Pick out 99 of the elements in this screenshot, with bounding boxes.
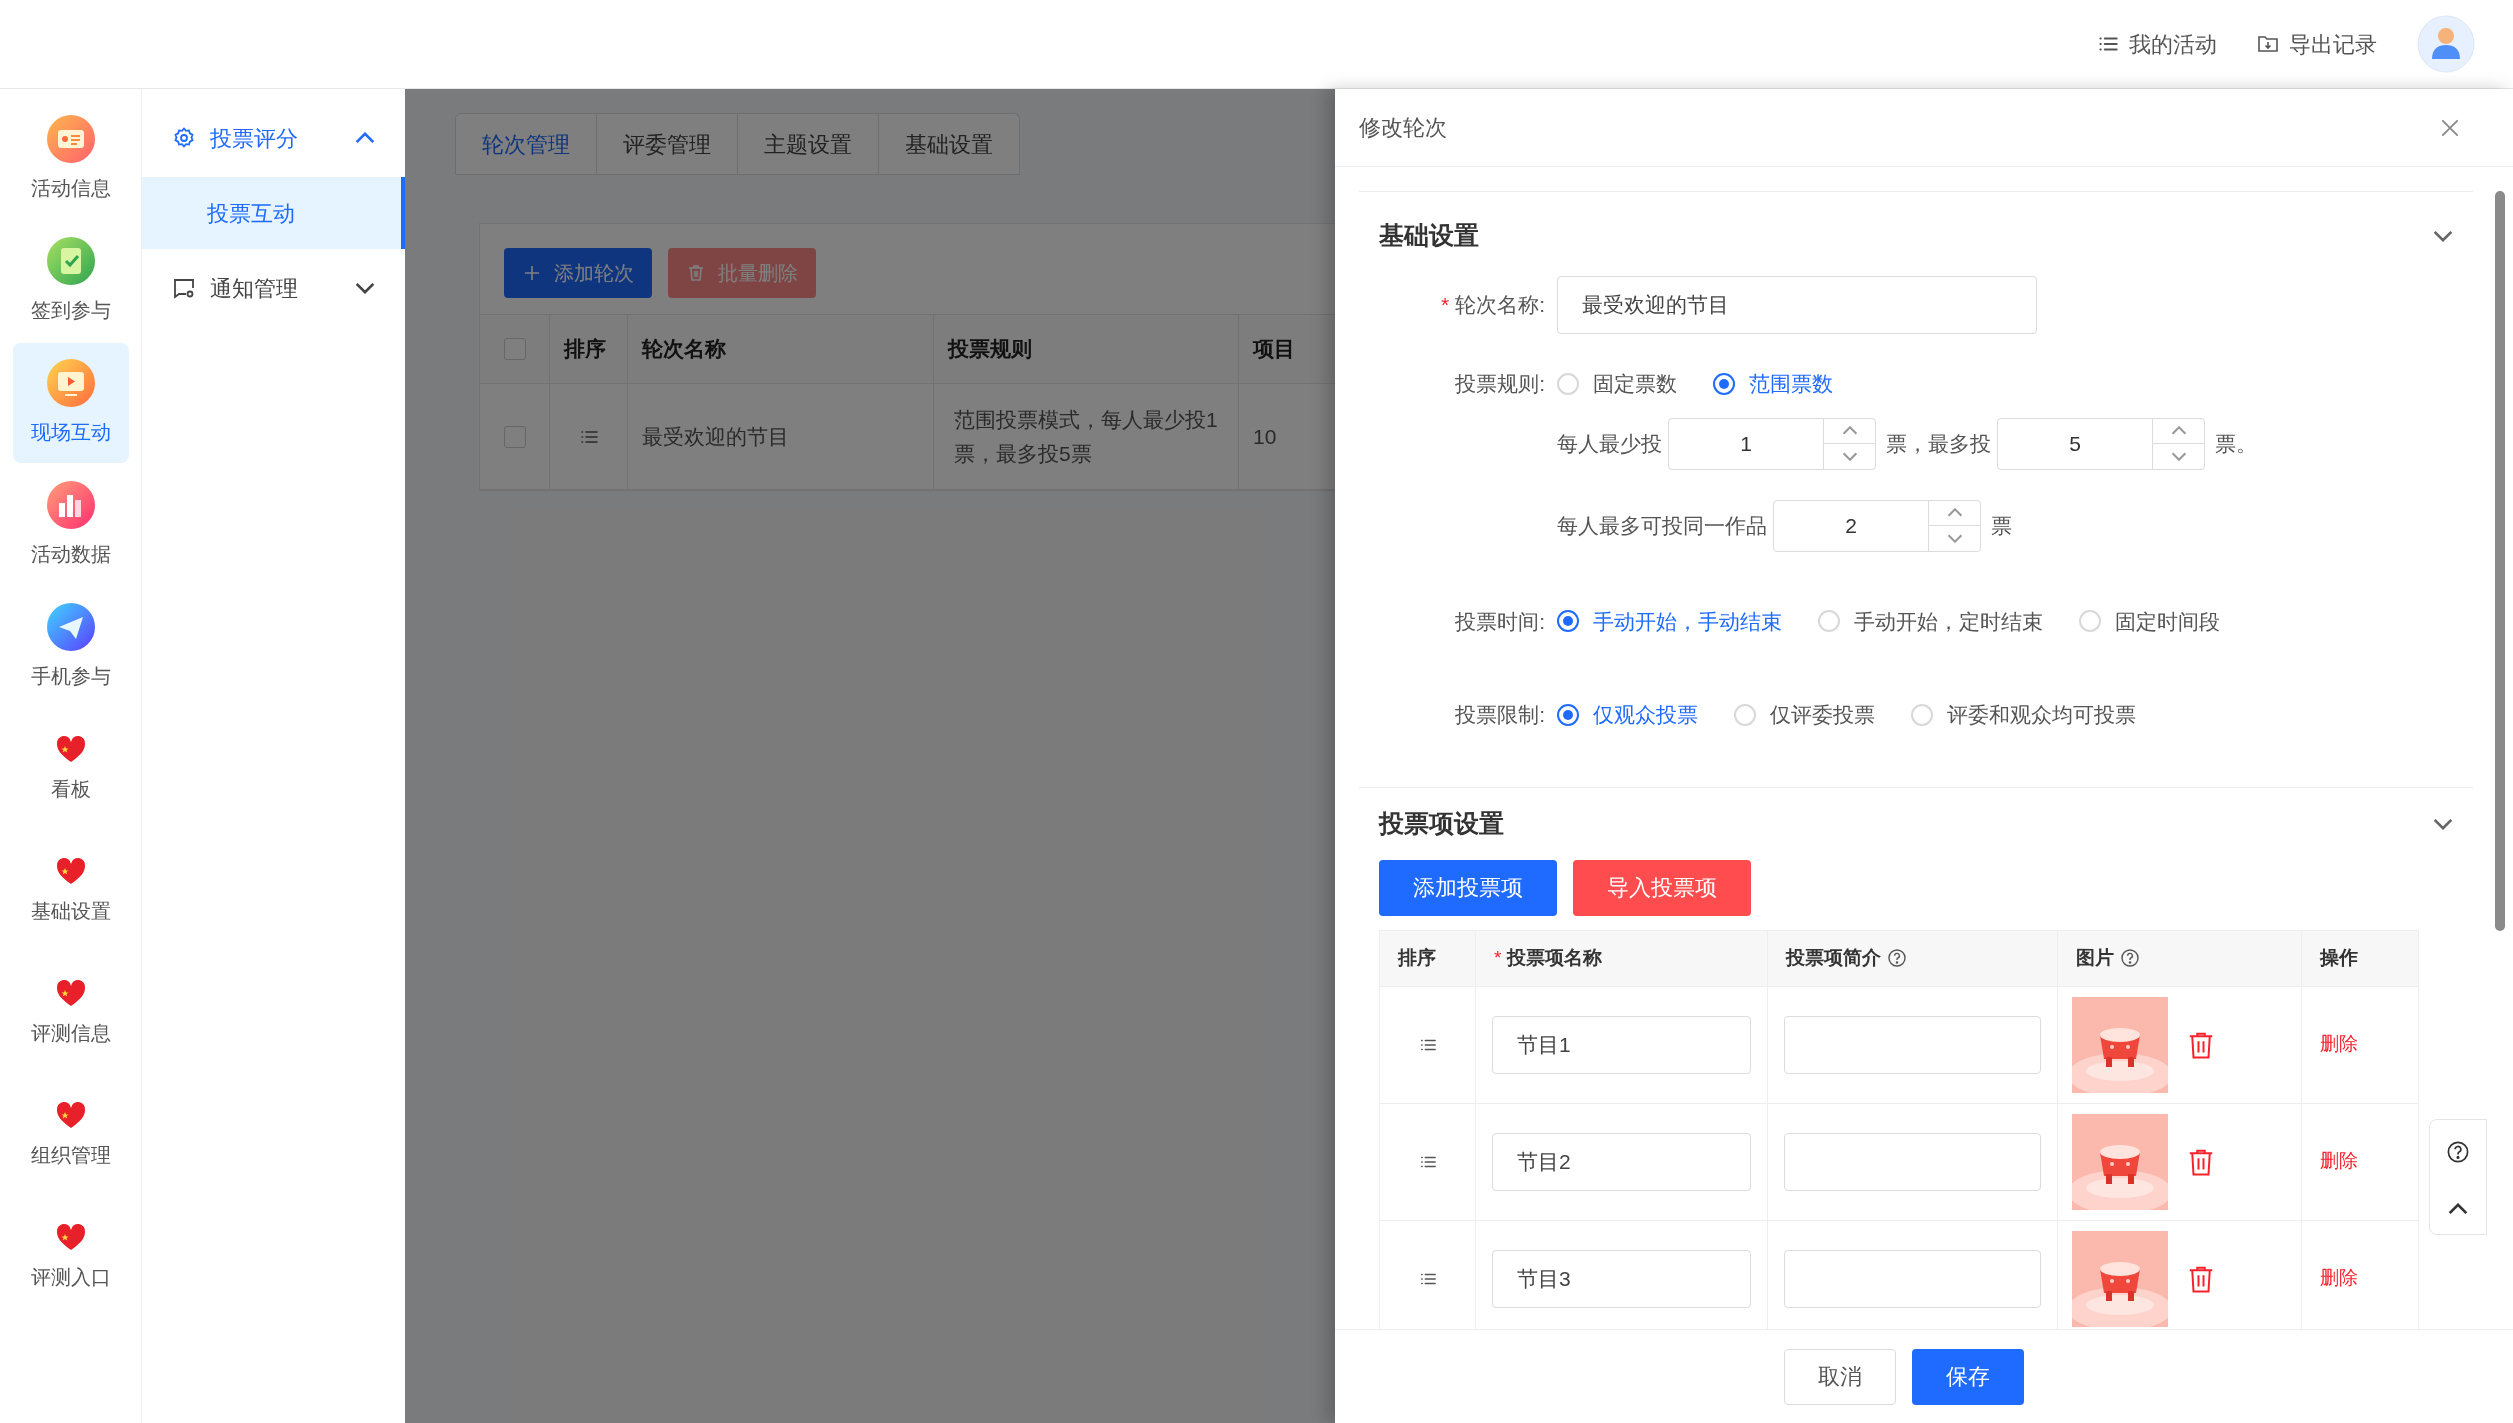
chevron-up-icon	[2448, 1202, 2468, 1215]
message-settings-icon	[172, 276, 196, 300]
chevron-down-icon	[1946, 533, 1963, 543]
chevron-up-icon	[355, 132, 375, 144]
avatar-icon[interactable]	[2417, 15, 2475, 73]
nav-item[interactable]: 评测入口	[12, 1197, 129, 1317]
column-header: 投票项名称	[1507, 945, 1603, 970]
bar-chart-icon	[46, 481, 95, 529]
heart-icon	[54, 734, 87, 764]
item-name-input[interactable]: 节目3	[1492, 1249, 1751, 1308]
number-field[interactable]: 1	[1668, 417, 1876, 470]
chevron-up-icon	[1946, 508, 1963, 518]
column-header: 图片	[2076, 945, 2114, 970]
column-header: 操作	[2320, 945, 2358, 970]
column-header: 轮次名称	[628, 315, 934, 383]
nav-item[interactable]: 手机参与	[12, 587, 129, 707]
section-title: 投票项设置	[1379, 807, 1505, 839]
field-label: 票	[1991, 512, 2012, 539]
table-cell-text: 10	[1253, 423, 1277, 450]
column-header: 排序	[1398, 945, 1436, 970]
chevron-down-icon	[2433, 817, 2453, 830]
menu-item[interactable]: 投票互动	[142, 177, 405, 249]
description-input[interactable]	[1784, 1132, 2041, 1191]
field-label: 投票限制:	[1455, 702, 1545, 728]
paper-plane-icon	[46, 603, 95, 651]
item-name-input[interactable]: 节目2	[1492, 1132, 1751, 1191]
field-label: 轮次名称:	[1455, 292, 1545, 319]
settings-icon	[172, 126, 196, 150]
heart-icon	[54, 978, 87, 1008]
id-card-icon	[46, 115, 95, 163]
field-label: 投票规则:	[1455, 371, 1545, 397]
chevron-down-icon	[2433, 230, 2453, 242]
table-cell-text: 最受欢迎的节目	[642, 423, 789, 450]
help-icon	[1887, 948, 1907, 968]
checkbox[interactable]	[503, 338, 526, 360]
radio-option[interactable]: 评委和观众均可投票	[1911, 699, 2136, 731]
heart-icon	[54, 1222, 87, 1252]
footer-button[interactable]: 保存	[1912, 1348, 2024, 1405]
description-input[interactable]	[1784, 1015, 2041, 1074]
radio-option[interactable]: 范围票数	[1713, 368, 1833, 400]
tab[interactable]: 主题设置	[738, 113, 879, 175]
delete-link[interactable]: 删除	[2320, 1264, 2358, 1293]
play-screen-icon	[46, 359, 95, 407]
radio-option[interactable]: 手动开始，手动结束	[1557, 605, 1782, 637]
nav-item[interactable]: 签到参与	[12, 221, 129, 341]
field-label: 每人最多可投同一作品	[1557, 512, 1767, 539]
tab[interactable]: 评委管理	[597, 113, 738, 175]
clipboard-check-icon	[46, 237, 95, 285]
number-field[interactable]: 5	[1997, 417, 2205, 470]
column-header: 排序	[550, 315, 628, 383]
section-title: 基础设置	[1379, 220, 1480, 252]
delete-link[interactable]: 删除	[2320, 1030, 2358, 1059]
nav-item[interactable]: 组织管理	[12, 1075, 129, 1195]
menu-group[interactable]: 通知管理	[142, 249, 405, 327]
chevron-up-icon	[1841, 426, 1858, 436]
nav-item[interactable]: 活动数据	[12, 465, 129, 585]
item-name-input[interactable]: 节目1	[1492, 1015, 1751, 1074]
required-mark: *	[1440, 292, 1450, 319]
field-label: 票，最多投	[1886, 430, 1991, 457]
field-label: 票。	[2215, 430, 2257, 457]
required-mark: *	[1494, 945, 1502, 970]
chevron-down-icon	[355, 282, 375, 294]
nav-item[interactable]: 活动信息	[12, 99, 129, 219]
radio-option[interactable]: 固定票数	[1557, 368, 1677, 400]
trash-icon	[686, 263, 706, 283]
name-input[interactable]: 最受欢迎的节目	[1557, 276, 2037, 334]
header-link[interactable]: 我的活动	[2097, 27, 2217, 61]
help-icon	[2120, 948, 2140, 968]
radio-option[interactable]: 固定时间段	[2079, 605, 2220, 637]
column-header: 投票规则	[934, 315, 1239, 383]
radio-option[interactable]: 仅观众投票	[1557, 699, 1698, 731]
field-label: 每人最少投	[1557, 430, 1662, 457]
help-icon	[2446, 1139, 2470, 1164]
nav-item[interactable]: 现场互动	[12, 343, 129, 463]
action-button[interactable]: 添加投票项	[1379, 859, 1557, 916]
heart-icon	[54, 1100, 87, 1130]
nav-item[interactable]: 评测信息	[12, 953, 129, 1073]
folder-download-icon	[2257, 33, 2279, 55]
header-link[interactable]: 导出记录	[2257, 27, 2377, 61]
chevron-down-icon	[1841, 451, 1858, 461]
delete-link[interactable]: 删除	[2320, 1147, 2358, 1176]
radio-option[interactable]: 仅评委投票	[1734, 699, 1875, 731]
table-cell-text: 范围投票模式，每人最少投1票，最多投5票	[954, 406, 1218, 467]
drawer-title: 修改轮次	[1359, 114, 1448, 142]
field-label: 投票时间:	[1455, 608, 1545, 635]
footer-button[interactable]: 取消	[1784, 1348, 1896, 1405]
checkbox[interactable]	[503, 425, 526, 448]
chevron-down-icon	[2170, 451, 2187, 461]
menu-group[interactable]: 投票评分	[142, 99, 405, 177]
nav-item[interactable]: 基础设置	[12, 831, 129, 951]
number-field[interactable]: 2	[1773, 499, 1981, 552]
nav-item[interactable]: 看板	[12, 709, 129, 829]
heart-icon	[54, 856, 87, 886]
chevron-up-icon	[2170, 426, 2187, 436]
radio-option[interactable]: 手动开始，定时结束	[1818, 605, 2043, 637]
plus-icon	[522, 263, 542, 283]
column-header: 投票项简介	[1786, 945, 1881, 970]
description-input[interactable]	[1784, 1249, 2041, 1308]
tab[interactable]: 基础设置	[879, 113, 1020, 175]
